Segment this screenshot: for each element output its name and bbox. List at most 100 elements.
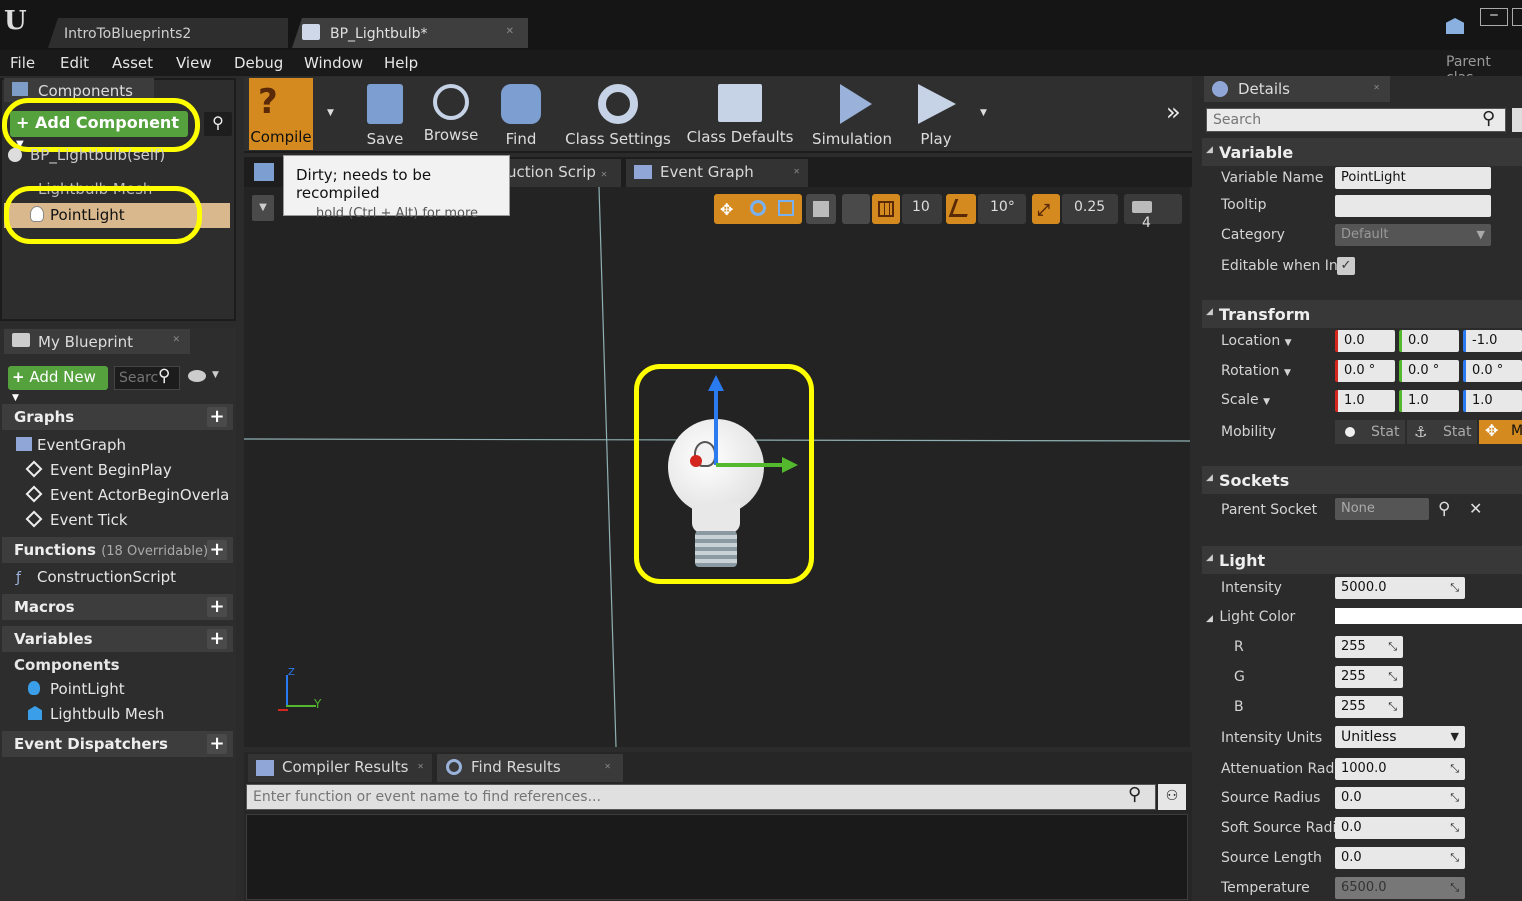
viewport-options-button[interactable]: ▼ [252, 195, 274, 221]
add-function-button[interactable]: + [207, 540, 227, 560]
soft-source-radius-field[interactable]: 0.0 ⤡ [1335, 817, 1465, 839]
clear-socket-icon[interactable]: ✕ [1469, 499, 1482, 518]
close-icon[interactable]: ✕ [1373, 83, 1380, 92]
menu-file[interactable]: File [10, 54, 35, 72]
menu-debug[interactable]: Debug [234, 54, 283, 72]
collapse-arrow-icon[interactable]: ◢ [1206, 307, 1213, 317]
location-z-field[interactable]: -1.0 [1463, 330, 1522, 352]
scale-z-field[interactable]: 1.0 [1463, 390, 1522, 412]
graph-item-beginplay[interactable]: Event BeginPlay [50, 461, 172, 479]
collapse-arrow-icon[interactable]: ◢ [1206, 145, 1213, 155]
light-color-label[interactable]: ◢ Light Color [1206, 609, 1295, 625]
details-view-options[interactable] [1512, 108, 1522, 132]
editable-checkbox[interactable]: ✓ [1337, 257, 1355, 275]
browse-button[interactable]: Browse [420, 80, 482, 152]
surface-snap-button[interactable] [842, 194, 870, 224]
variable-name-field[interactable]: PointLight [1335, 167, 1491, 189]
scale-icon[interactable] [778, 200, 794, 216]
compile-options-chevron[interactable]: ▼ [327, 108, 334, 118]
rotation-label[interactable]: Rotation ▼ [1221, 363, 1291, 379]
tab-bp-lightbulb[interactable]: BP_Lightbulb* ✕ [292, 18, 528, 48]
camera-speed-button[interactable]: 4 [1124, 194, 1182, 231]
graph-item-eventgraph[interactable]: EventGraph [37, 436, 126, 454]
close-icon[interactable]: ✕ [793, 167, 800, 176]
spin-arrow-icon[interactable]: ⤡ [1388, 640, 1397, 654]
add-variable-button[interactable]: + [207, 629, 227, 649]
find-in-all-blueprints-button[interactable]: ⚇ [1158, 784, 1186, 810]
variable-item-pointlight[interactable]: PointLight [50, 680, 125, 698]
unreal-logo-icon[interactable]: U [4, 6, 27, 36]
function-item-constructionscript[interactable]: ConstructionScript [37, 568, 176, 586]
temperature-field[interactable]: 6500.0 ⤡ [1335, 877, 1465, 899]
add-dispatcher-button[interactable]: + [207, 734, 227, 754]
source-length-field[interactable]: 0.0 ⤡ [1335, 847, 1465, 869]
class-defaults-button[interactable]: Class Defaults [684, 80, 796, 152]
tab-intro-to-blueprints[interactable]: IntroToBlueprints2 [48, 18, 288, 48]
b-field[interactable]: 255 ⤡ [1335, 696, 1403, 718]
rotation-snap-value[interactable]: 10° [978, 194, 1026, 224]
graphs-section[interactable]: Graphs + [2, 404, 233, 430]
spin-arrow-icon[interactable]: ⤡ [1388, 700, 1397, 714]
menu-view[interactable]: View [176, 54, 212, 72]
viewport-tab-icon[interactable] [254, 163, 274, 181]
toolbar-overflow-icon[interactable]: » [1166, 98, 1181, 126]
play-options-chevron[interactable]: ▼ [980, 108, 987, 118]
location-label[interactable]: Location ▼ [1221, 333, 1292, 349]
menu-edit[interactable]: Edit [60, 54, 89, 72]
variables-section[interactable]: Variables + [2, 626, 233, 652]
source-radius-field[interactable]: 0.0 ⤡ [1335, 787, 1465, 809]
viewport[interactable]: ▼ Y Z [244, 187, 1190, 747]
variable-section[interactable]: Variable [1202, 138, 1522, 166]
rotation-x-field[interactable]: 0.0 ° [1335, 360, 1395, 382]
scale-y-field[interactable]: 1.0 [1399, 390, 1459, 412]
close-icon[interactable]: ✕ [417, 762, 424, 771]
rotate-icon[interactable] [750, 200, 766, 216]
r-field[interactable]: 255 ⤡ [1335, 636, 1403, 658]
search-icon[interactable]: ⚲ [1128, 784, 1141, 805]
find-references-input[interactable] [246, 784, 1156, 810]
menu-help[interactable]: Help [384, 54, 418, 72]
add-graph-button[interactable]: + [207, 407, 227, 427]
chevron-down-icon[interactable]: ▼ [212, 370, 219, 380]
macros-section[interactable]: Macros + [2, 594, 233, 620]
collapse-arrow-icon[interactable]: ◢ [1206, 473, 1213, 483]
maximize-button[interactable] [1512, 8, 1522, 26]
attenuation-radius-field[interactable]: 1000.0 ⤡ [1335, 758, 1465, 780]
spin-arrow-icon[interactable]: ⤡ [1450, 791, 1459, 805]
tab-construction-script[interactable]: uction Scrip ✕ [505, 159, 621, 187]
component-self-item[interactable]: BP_Lightbulb(self) [30, 146, 165, 164]
intensity-units-dropdown[interactable]: Unitless ▼ [1335, 726, 1465, 748]
graph-item-tick[interactable]: Event Tick [50, 511, 128, 529]
rotation-z-field[interactable]: 0.0 ° [1463, 360, 1522, 382]
location-x-field[interactable]: 0.0 [1335, 330, 1395, 352]
rotation-y-field[interactable]: 0.0 ° [1399, 360, 1459, 382]
add-new-button[interactable]: + Add New ▼ [8, 366, 108, 403]
search-icon[interactable]: ⚲ [158, 366, 170, 386]
close-icon[interactable]: ✕ [172, 335, 180, 345]
scale-x-field[interactable]: 1.0 [1335, 390, 1395, 412]
grid-snap-value[interactable]: 10 [902, 194, 942, 224]
spin-arrow-icon[interactable]: ⤡ [1450, 881, 1459, 895]
translate-icon[interactable]: ✥ [720, 200, 733, 219]
transform-section[interactable]: Transform [1202, 300, 1522, 328]
source-control-icon[interactable] [1446, 18, 1464, 34]
simulation-button[interactable]: Simulation [810, 80, 894, 152]
scale-snap-value[interactable]: 0.25 [1062, 194, 1118, 224]
menu-asset[interactable]: Asset [112, 54, 153, 72]
tab-find-results[interactable]: Find Results ✕ [437, 754, 623, 782]
close-icon[interactable]: ✕ [604, 762, 611, 771]
play-button[interactable]: Play [906, 80, 966, 152]
parent-socket-field[interactable]: None [1335, 498, 1429, 520]
collapse-arrow-icon[interactable]: ◢ [1206, 553, 1213, 563]
functions-section[interactable]: Functions (18 Overridable) + [2, 537, 233, 563]
details-search-input[interactable] [1206, 108, 1506, 132]
intensity-field[interactable]: 5000.0 ⤡ [1335, 577, 1465, 599]
graph-item-actorbeginoverlap[interactable]: Event ActorBeginOverla [50, 486, 229, 504]
spin-arrow-icon[interactable]: ⤡ [1450, 851, 1459, 865]
minimize-button[interactable]: ‒ [1480, 8, 1508, 26]
visibility-eye-icon[interactable] [188, 370, 206, 382]
light-section[interactable]: Light [1202, 546, 1522, 574]
category-dropdown[interactable]: Default ▼ [1335, 224, 1491, 246]
search-icon[interactable]: ⚲ [1438, 499, 1450, 519]
g-field[interactable]: 255 ⤡ [1335, 666, 1403, 688]
